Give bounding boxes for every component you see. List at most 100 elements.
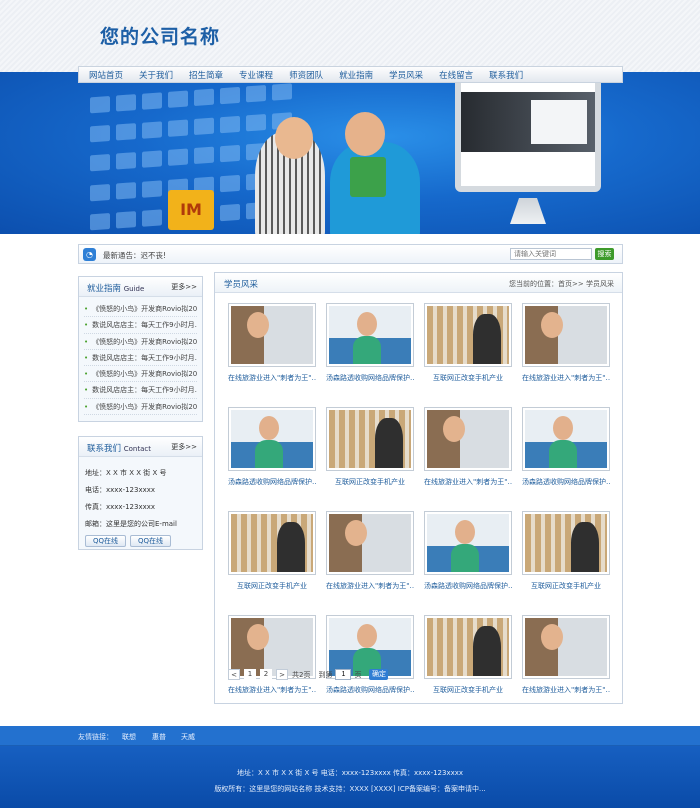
gallery-card[interactable]: 汤森路透收购网络品牌保护… bbox=[522, 407, 610, 487]
footer-address: 地址：X X 市 X X 街 X 号 电话：xxxx-123xxxx 传真：xx… bbox=[236, 769, 464, 777]
photo-caption[interactable]: 在线旅游业进入"刺者为王"… bbox=[228, 373, 316, 383]
nav-item-courses[interactable]: 专业课程 bbox=[239, 69, 273, 81]
photo-image bbox=[329, 306, 411, 364]
friend-link[interactable]: 惠普 bbox=[152, 732, 166, 742]
footer: 友情链接： 联想 惠普 天威 地址：X X 市 X X 街 X 号 电话：xxx… bbox=[0, 726, 700, 808]
contact-email: 邮箱：这里是您的公司E-mail bbox=[85, 520, 177, 528]
photo-image bbox=[427, 306, 509, 364]
nav-item-contact[interactable]: 联系我们 bbox=[489, 69, 523, 81]
header: 您的公司名称 bbox=[0, 0, 700, 72]
job-list-item[interactable]: 《愤怒的小鸟》开发商Rovio拟20… bbox=[84, 366, 197, 383]
photo-caption[interactable]: 汤森路透收购网络品牌保护… bbox=[326, 685, 414, 695]
nav-item-home[interactable]: 网站首页 bbox=[89, 69, 123, 81]
photo-caption[interactable]: 互联网正改变手机产业 bbox=[228, 581, 316, 591]
contact-phone: 电话：xxxx-123xxxx bbox=[85, 486, 156, 494]
gallery-card[interactable]: 汤森路透收购网络品牌保护… bbox=[326, 303, 414, 383]
photo-caption[interactable]: 在线旅游业进入"刺者为王"… bbox=[522, 373, 610, 383]
gallery-card[interactable]: 在线旅游业进入"刺者为王"… bbox=[522, 303, 610, 383]
student-photo[interactable] bbox=[522, 303, 610, 367]
job-guide-title: 就业指南 Guide bbox=[87, 284, 145, 294]
nav-item-student-gallery[interactable]: 学员风采 bbox=[389, 69, 423, 81]
search-input[interactable] bbox=[510, 248, 592, 260]
go-button[interactable]: 确定 bbox=[369, 669, 389, 680]
student-photo[interactable] bbox=[424, 303, 512, 367]
qq-online-button[interactable]: QQ在线 bbox=[130, 535, 171, 547]
photo-image bbox=[231, 514, 313, 572]
qq-online-button[interactable]: QQ在线 bbox=[85, 535, 126, 547]
nav-item-message[interactable]: 在线留言 bbox=[439, 69, 473, 81]
nav-item-career-guide[interactable]: 就业指南 bbox=[339, 69, 373, 81]
photo-image bbox=[427, 618, 509, 676]
notice-text: 最新通告：迟不丧! bbox=[103, 251, 167, 260]
photo-image bbox=[525, 514, 607, 572]
photo-caption[interactable]: 互联网正改变手机产业 bbox=[522, 581, 610, 591]
photo-caption[interactable]: 在线旅游业进入"刺者为王"… bbox=[228, 685, 316, 695]
gallery-card[interactable]: 汤森路透收购网络品牌保护… bbox=[424, 511, 512, 591]
student-photo[interactable] bbox=[326, 407, 414, 471]
photo-caption[interactable]: 在线旅游业进入"刺者为王"… bbox=[424, 477, 512, 487]
student-photo[interactable] bbox=[228, 407, 316, 471]
gallery-card[interactable]: 在线旅游业进入"刺者为王"… bbox=[522, 615, 610, 695]
student-photo[interactable] bbox=[522, 407, 610, 471]
contact-box: 联系我们 Contact 更多>> 地址：X X 市 X X 街 X 号 电话：… bbox=[78, 436, 203, 550]
photo-image bbox=[427, 514, 509, 572]
student-photo[interactable] bbox=[522, 615, 610, 679]
gallery-card[interactable]: 在线旅游业进入"刺者为王"… bbox=[326, 511, 414, 591]
page-number-input[interactable] bbox=[335, 669, 352, 680]
search-button[interactable]: 搜索 bbox=[595, 248, 614, 260]
nav-item-teachers[interactable]: 师资团队 bbox=[289, 69, 323, 81]
gallery-card[interactable]: 在线旅游业进入"刺者为王"… bbox=[228, 303, 316, 383]
photo-caption[interactable]: 互联网正改变手机产业 bbox=[424, 373, 512, 383]
friend-link[interactable]: 天威 bbox=[181, 732, 195, 742]
gallery-card[interactable]: 互联网正改变手机产业 bbox=[522, 511, 610, 591]
gallery-card[interactable]: 互联网正改变手机产业 bbox=[326, 407, 414, 487]
student-photo[interactable] bbox=[326, 511, 414, 575]
friend-link[interactable]: 联想 bbox=[122, 732, 136, 742]
prev-page-button[interactable]: < bbox=[228, 669, 240, 680]
gallery-card[interactable]: 汤森路透收购网络品牌保护… bbox=[228, 407, 316, 487]
page-1-link[interactable]: 1 bbox=[244, 669, 256, 680]
photo-caption[interactable]: 在线旅游业进入"刺者为王"… bbox=[522, 685, 610, 695]
gallery-card[interactable]: 互联网正改变手机产业 bbox=[424, 615, 512, 695]
gallery-card[interactable]: 互联网正改变手机产业 bbox=[228, 511, 316, 591]
nav-item-admissions[interactable]: 招生简章 bbox=[189, 69, 223, 81]
contact-more-link[interactable]: 更多>> bbox=[171, 442, 197, 452]
gallery-card[interactable]: 在线旅游业进入"刺者为王"… bbox=[228, 615, 316, 695]
photo-caption[interactable]: 汤森路透收购网络品牌保护… bbox=[326, 373, 414, 383]
next-page-button[interactable]: > bbox=[276, 669, 288, 680]
speech-bubble-icon: ◔ bbox=[83, 248, 96, 261]
student-photo[interactable] bbox=[326, 303, 414, 367]
job-list-item[interactable]: 《愤怒的小鸟》开发商Rovio拟20… bbox=[84, 301, 197, 318]
job-list-item[interactable]: 数说风店店主：每天工作9小时月… bbox=[84, 350, 197, 367]
job-list-item[interactable]: 《愤怒的小鸟》开发商Rovio拟20… bbox=[84, 334, 197, 350]
job-list-item[interactable]: 数说风店店主：每天工作9小时月… bbox=[84, 317, 197, 334]
contact-fax: 传真：xxxx-123xxxx bbox=[85, 503, 156, 511]
gallery-card[interactable]: 互联网正改变手机产业 bbox=[424, 303, 512, 383]
gallery-card[interactable]: 汤森路透收购网络品牌保护… bbox=[326, 615, 414, 695]
photo-caption[interactable]: 汤森路透收购网络品牌保护… bbox=[522, 477, 610, 487]
student-gallery-panel: 学员风采 您当前的位置：首页>> 学员风采 在线旅游业进入"刺者为王"… 汤森路透… bbox=[214, 272, 623, 704]
gallery-card[interactable]: 在线旅游业进入"刺者为王"… bbox=[424, 407, 512, 487]
goto-label: 到第 bbox=[318, 670, 333, 679]
contact-title: 联系我们 Contact bbox=[87, 444, 151, 454]
job-list-item[interactable]: 数说风店店主：每天工作9小时月… bbox=[84, 382, 197, 399]
student-photo[interactable] bbox=[228, 303, 316, 367]
page-2-link[interactable]: 2 bbox=[260, 669, 272, 680]
student-photo[interactable] bbox=[424, 407, 512, 471]
photo-image bbox=[231, 618, 313, 676]
photo-image bbox=[329, 410, 411, 468]
student-photo[interactable] bbox=[424, 511, 512, 575]
site-logo[interactable]: 您的公司名称 bbox=[100, 22, 220, 49]
job-list-item[interactable]: 《愤怒的小鸟》开发商Rovio拟20… bbox=[84, 399, 197, 416]
photo-caption[interactable]: 在线旅游业进入"刺者为王"… bbox=[326, 581, 414, 591]
student-photo[interactable] bbox=[424, 615, 512, 679]
student-photo[interactable] bbox=[228, 511, 316, 575]
student-photo[interactable] bbox=[522, 511, 610, 575]
photo-caption[interactable]: 汤森路透收购网络品牌保护… bbox=[228, 477, 316, 487]
student-shirt bbox=[350, 157, 386, 197]
photo-caption[interactable]: 汤森路透收购网络品牌保护… bbox=[424, 581, 512, 591]
job-guide-more-link[interactable]: 更多>> bbox=[171, 282, 197, 292]
photo-caption[interactable]: 互联网正改变手机产业 bbox=[326, 477, 414, 487]
photo-caption[interactable]: 互联网正改变手机产业 bbox=[424, 685, 512, 695]
nav-item-about[interactable]: 关于我们 bbox=[139, 69, 173, 81]
